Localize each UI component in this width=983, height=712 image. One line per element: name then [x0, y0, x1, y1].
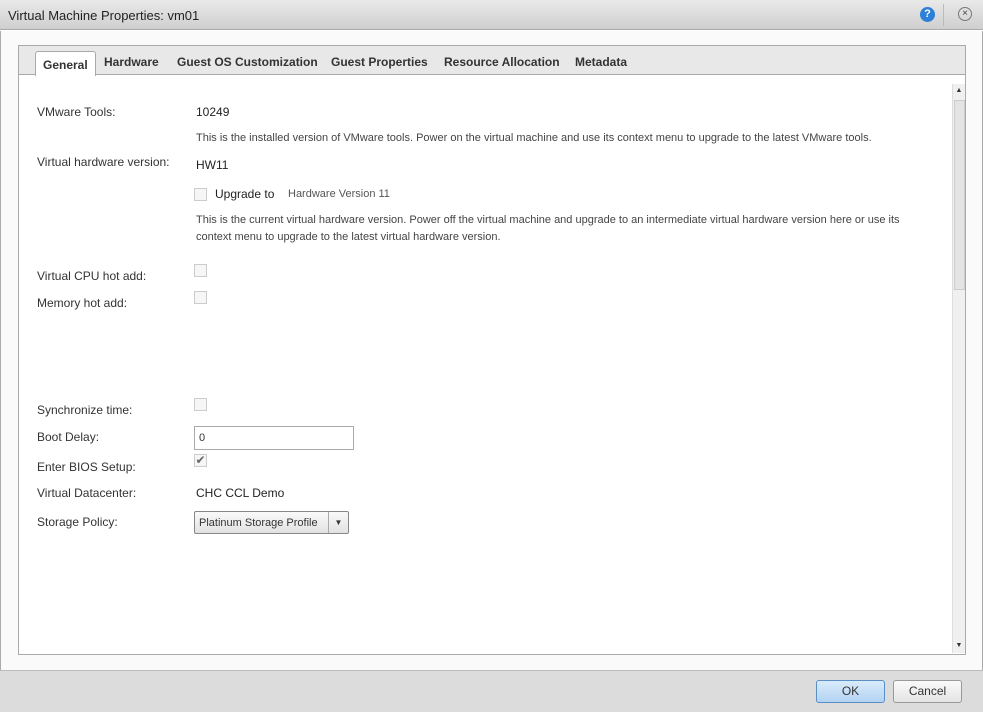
- virtual-datacenter-value: CHC CCL Demo: [196, 486, 285, 500]
- vmware-tools-value: 10249: [196, 105, 230, 119]
- tab-metadata[interactable]: Metadata: [575, 55, 627, 69]
- title-bar: Virtual Machine Properties: vm01 ? ×: [0, 0, 983, 30]
- scroll-up-icon[interactable]: ▲: [953, 84, 965, 98]
- scrollbar-thumb[interactable]: [954, 100, 965, 290]
- upgrade-checkbox[interactable]: [194, 188, 207, 201]
- help-icon[interactable]: ?: [920, 7, 935, 22]
- tab-guest-os-customization[interactable]: Guest OS Customization: [177, 55, 318, 69]
- vmware-tools-label: VMware Tools:: [37, 105, 116, 119]
- chevron-down-icon[interactable]: ▼: [328, 512, 348, 533]
- divider: [943, 4, 944, 26]
- boot-delay-input[interactable]: 0: [194, 426, 354, 450]
- bios-setup-label: Enter BIOS Setup:: [37, 460, 136, 474]
- boot-delay-label: Boot Delay:: [37, 430, 100, 444]
- scroll-down-icon[interactable]: ▼: [953, 639, 965, 653]
- cpu-hot-add-checkbox[interactable]: [194, 264, 207, 277]
- upgrade-version-value: Hardware Version 11: [288, 188, 390, 200]
- tab-bar: General Hardware Guest OS Customization …: [19, 46, 965, 76]
- virtual-datacenter-label: Virtual Datacenter:: [37, 486, 137, 500]
- cpu-hot-add-label: Virtual CPU hot add:: [37, 269, 147, 283]
- dialog-footer: OK Cancel: [0, 670, 983, 712]
- sync-time-checkbox[interactable]: [194, 398, 207, 411]
- sync-time-label: Synchronize time:: [37, 403, 133, 417]
- hw-version-value: HW11: [196, 158, 229, 172]
- storage-policy-value: Platinum Storage Profile: [199, 517, 318, 529]
- tab-resource-allocation[interactable]: Resource Allocation: [444, 55, 560, 69]
- vertical-scrollbar[interactable]: ▲ ▼: [952, 84, 965, 653]
- upgrade-label: Upgrade to: [215, 187, 275, 201]
- hw-version-description: This is the current virtual hardware ver…: [196, 214, 900, 243]
- tab-general[interactable]: General: [35, 51, 96, 76]
- memory-hot-add-checkbox[interactable]: [194, 291, 207, 304]
- window-title: Virtual Machine Properties: vm01: [8, 8, 200, 23]
- bios-setup-checkbox[interactable]: ✔: [194, 454, 207, 467]
- hw-version-label: Virtual hardware version:: [37, 155, 170, 169]
- storage-policy-label: Storage Policy:: [37, 515, 118, 529]
- ok-button[interactable]: OK: [816, 680, 885, 703]
- memory-hot-add-label: Memory hot add:: [37, 296, 128, 310]
- close-icon[interactable]: ×: [958, 7, 972, 21]
- tab-hardware[interactable]: Hardware: [104, 55, 159, 69]
- storage-policy-select[interactable]: Platinum Storage Profile ▼: [194, 511, 349, 534]
- vmware-tools-description: This is the installed version of VMware …: [196, 132, 872, 144]
- tab-guest-properties[interactable]: Guest Properties: [331, 55, 428, 69]
- cancel-button[interactable]: Cancel: [893, 680, 962, 703]
